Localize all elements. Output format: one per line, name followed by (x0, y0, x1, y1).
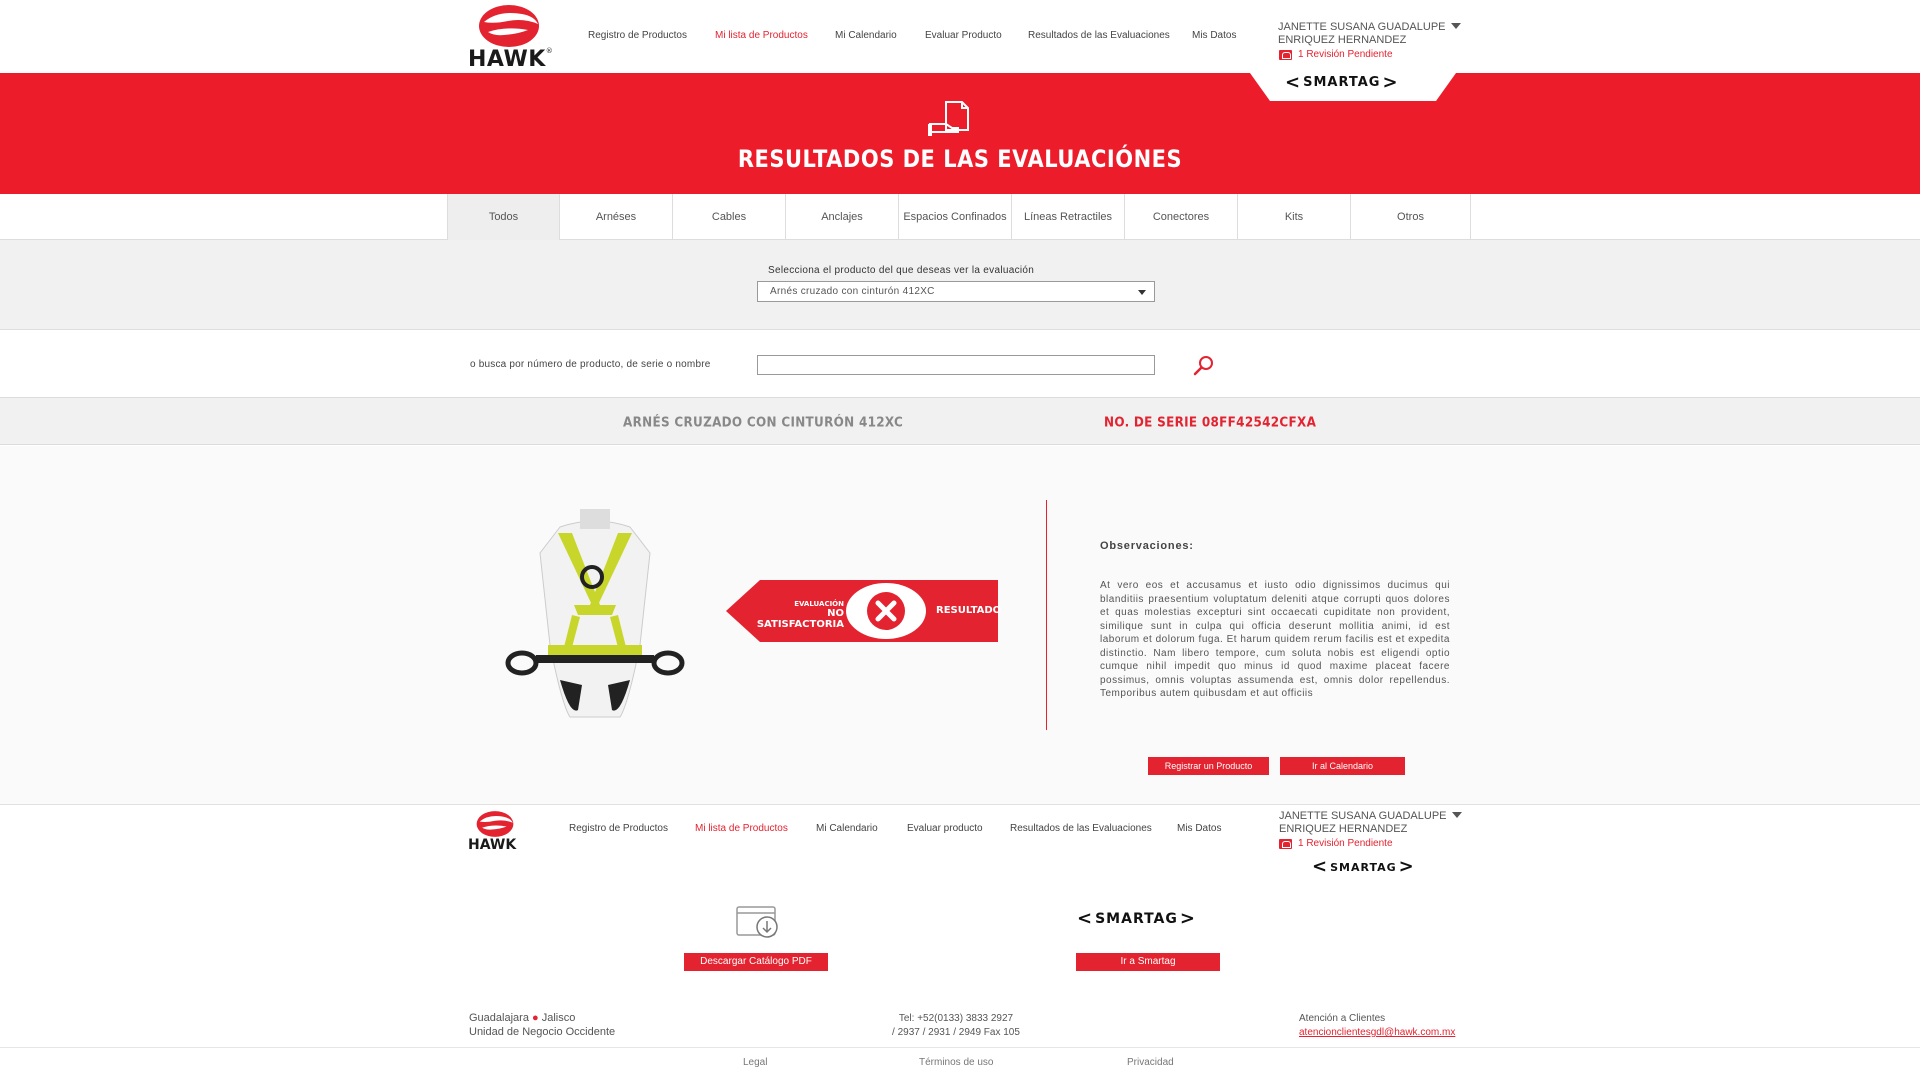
tab-cables[interactable]: Cables (673, 194, 786, 240)
evaluation-status-label: EVALUACIÓN (794, 600, 844, 608)
footer-nav-mi-lista-productos[interactable]: Mi lista de Productos (695, 823, 788, 834)
privacy-link[interactable]: Privacidad (1127, 1057, 1174, 1068)
tab-kits[interactable]: Kits (1238, 194, 1351, 240)
chevron-right-icon: > (1398, 856, 1415, 877)
footer-address: Guadalajara ● Jalisco Unidad de Negocio … (469, 1011, 615, 1039)
evaluation-status-value: NO SATISFACTORIA (756, 608, 844, 630)
nav-resultados-evaluaciones[interactable]: Resultados de las Evaluaciones (1028, 30, 1170, 41)
nav-mis-datos[interactable]: Mis Datos (1192, 30, 1236, 41)
footer-smartag-small-text: SMARTAG (1330, 860, 1397, 874)
nav-registro-productos[interactable]: Registro de Productos (588, 30, 687, 41)
smartag-logo-text: SMARTAG (1303, 75, 1381, 90)
chevron-right-icon: > (1382, 71, 1399, 93)
search-icon[interactable] (1192, 354, 1216, 376)
footer-unit: Unidad de Negocio Occidente (469, 1026, 616, 1038)
product-select-label: Selecciona el producto del que deseas ve… (768, 265, 1035, 276)
section-divider (1046, 500, 1047, 730)
chevron-left-icon: < (1312, 856, 1329, 877)
harness-product-image (505, 509, 685, 718)
user-menu[interactable]: JANETTE SUSANA GUADALUPE ENRIQUEZ HERNAN… (1278, 21, 1461, 47)
register-product-button[interactable]: Registrar un Producto (1148, 757, 1269, 775)
tab-conectores[interactable]: Conectores (1125, 194, 1238, 240)
nav-evaluar-producto[interactable]: Evaluar Producto (925, 30, 1002, 41)
footer-state: Jalisco (541, 1012, 576, 1024)
footer-phone: Tel: +52(0133) 3833 2927 / 2937 / 2931 /… (886, 1012, 1026, 1040)
footer-hawk-logo[interactable]: HAWK (468, 810, 528, 854)
footer-attention-label: Atención a Clientes (1299, 1013, 1386, 1024)
hawk-logo[interactable]: HAWK® (468, 4, 562, 72)
dropdown-arrow-icon (1138, 290, 1146, 295)
product-info-strip (0, 397, 1920, 445)
chevron-left-icon: < (1077, 908, 1094, 929)
page-title: RESULTADOS DE LAS EVALUACIÓNES (737, 145, 1183, 173)
footer-user-name-line2: ENRIQUEZ HERNANDEZ (1279, 823, 1408, 835)
tab-lineas-retractiles[interactable]: Líneas Retractiles (1012, 194, 1125, 240)
footer-nav-resultados-evaluaciones[interactable]: Resultados de las Evaluaciones (1010, 823, 1152, 834)
user-name-line2: ENRIQUEZ HERNANDEZ (1278, 34, 1407, 46)
go-smartag-button[interactable]: Ir a Smartag (1076, 953, 1220, 971)
tab-anclajes[interactable]: Anclajes (786, 194, 899, 240)
location-dot-icon: ● (532, 1012, 539, 1024)
product-select-value: Arnés cruzado con cinturón 412XC (770, 286, 935, 297)
footer-user-name-line1: JANETTE SUSANA GUADALUPE (1279, 810, 1447, 822)
tab-espacios-confinados[interactable]: Espacios Confinados (899, 194, 1012, 240)
footer-smartag-logo-text: SMARTAG (1095, 911, 1178, 927)
result-label: RESULTADO (936, 605, 1002, 616)
notification-icon (1279, 838, 1292, 849)
product-name: ARNÉS CRUZADO CON CINTURÓN 412XC (623, 414, 904, 430)
notification-icon (1279, 49, 1292, 60)
footer-tel-line1: Tel: +52(0133) 3833 2927 (898, 1013, 1014, 1024)
hawk-emblem-icon (479, 5, 539, 47)
pending-review-text: 1 Revisión Pendiente (1298, 49, 1393, 60)
hawk-emblem-icon (476, 811, 514, 837)
product-select[interactable]: Arnés cruzado con cinturón 412XC (757, 281, 1155, 302)
footer-nav-evaluar-producto[interactable]: Evaluar producto (907, 823, 983, 834)
pending-review-link[interactable]: 1 Revisión Pendiente (1279, 49, 1393, 60)
tab-arneses[interactable]: Arnéses (560, 194, 673, 240)
footer-email-link[interactable]: atencionclientesgdl@hawk.com.mx (1299, 1026, 1455, 1040)
footer-contact: Atención a Clientes atencionclientesgdl@… (1299, 1012, 1455, 1040)
footer-pending-review-text: 1 Revisión Pendiente (1298, 838, 1393, 849)
chevron-left-icon: < (1285, 71, 1302, 93)
chevron-down-icon (1450, 23, 1461, 29)
observations-text: At vero eos et accusamus et iusto odio d… (1100, 580, 1450, 699)
chevron-down-icon (1451, 812, 1462, 818)
nav-mi-calendario[interactable]: Mi Calendario (835, 30, 897, 41)
observations-title: Observaciones: (1100, 540, 1194, 552)
smartag-logo[interactable]: < SMARTAG > (1285, 71, 1399, 93)
footer-nav-mis-datos[interactable]: Mis Datos (1177, 823, 1221, 834)
footer-city: Guadalajara (469, 1012, 529, 1024)
footer-nav-mi-calendario[interactable]: Mi Calendario (816, 823, 878, 834)
search-label: o busca por número de producto, de serie… (470, 359, 711, 370)
go-calendar-button[interactable]: Ir al Calendario (1280, 757, 1405, 775)
footer-pending-review-link[interactable]: 1 Revisión Pendiente (1279, 838, 1393, 849)
search-input[interactable] (757, 355, 1155, 375)
footer-brand-name: HAWK (468, 837, 517, 853)
legal-link[interactable]: Legal (743, 1057, 767, 1068)
user-name-line1: JANETTE SUSANA GUADALUPE (1278, 21, 1446, 33)
document-hand-icon (928, 101, 969, 136)
footer-tel-line2: / 2937 / 2931 / 2949 Fax 105 (892, 1027, 1020, 1038)
tab-otros[interactable]: Otros (1351, 194, 1471, 240)
footer-smartag-small-logo[interactable]: < SMARTAG > (1312, 856, 1415, 877)
brand-name: HAWK (468, 47, 546, 72)
download-catalog-icon (736, 906, 778, 938)
download-catalog-button[interactable]: Descargar Catálogo PDF (684, 953, 828, 971)
terms-link[interactable]: Términos de uso (919, 1057, 993, 1068)
nav-mi-lista-productos[interactable]: Mi lista de Productos (715, 30, 808, 41)
tab-todos[interactable]: Todos (447, 194, 560, 240)
footer-user-menu[interactable]: JANETTE SUSANA GUADALUPE ENRIQUEZ HERNAN… (1279, 810, 1462, 836)
footer-smartag-logo[interactable]: < SMARTAG > (1077, 908, 1196, 929)
product-serial: NO. DE SERIE 08FF42542CFXA (1104, 414, 1317, 430)
footer-nav-registro-productos[interactable]: Registro de Productos (569, 823, 668, 834)
chevron-right-icon: > (1179, 908, 1196, 929)
evaluation-status: EVALUACIÓN NO SATISFACTORIA (752, 600, 844, 630)
